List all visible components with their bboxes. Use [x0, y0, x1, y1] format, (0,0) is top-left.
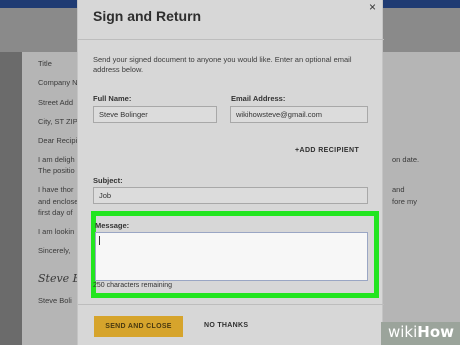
doc-line: Sincerely, [38, 246, 71, 255]
doc-line: City, ST ZIP [38, 117, 78, 126]
no-thanks-button[interactable]: NO THANKS [204, 322, 248, 329]
subject-label: Subject: [93, 176, 123, 185]
doc-line: I have thor [38, 185, 74, 194]
close-icon[interactable]: × [369, 0, 376, 14]
text-cursor [99, 236, 100, 245]
doc-line: first day of [38, 208, 73, 217]
email-label: Email Address: [231, 94, 286, 103]
doc-line: Steve Boli [38, 296, 72, 305]
doc-line: Dear Recipi [38, 136, 78, 145]
doc-line-fragment: and [392, 185, 405, 194]
wikihow-logo: wikiHow [388, 323, 454, 341]
doc-line-fragment: on date. [392, 155, 420, 164]
subject-input[interactable] [93, 187, 368, 204]
doc-line: Title [38, 59, 52, 68]
doc-line: Company N [38, 78, 78, 87]
logo-how-text: How [417, 323, 455, 341]
doc-line: Street Add [38, 98, 74, 107]
message-textarea[interactable] [95, 232, 368, 281]
message-label: Message: [95, 221, 130, 230]
doc-line: I am lookin [38, 227, 75, 236]
doc-line: The positio [38, 166, 75, 175]
doc-line-fragment: fore my [392, 197, 418, 206]
dialog-intro-text: Send your signed document to anyone you … [93, 55, 352, 74]
dialog-title: Sign and Return [93, 8, 202, 24]
sign-and-return-dialog: Sign and Return × Send your signed docum… [77, 0, 384, 345]
doc-line: I am deligh [38, 155, 75, 164]
logo-wiki-text: wiki [388, 323, 418, 341]
full-name-label: Full Name: [93, 94, 132, 103]
full-name-input[interactable] [93, 106, 217, 123]
characters-remaining: 250 characters remaining [93, 282, 172, 289]
add-recipient-button[interactable]: +ADD RECIPIENT [295, 147, 359, 154]
send-and-close-button[interactable]: SEND AND CLOSE [94, 316, 183, 337]
email-input[interactable] [230, 106, 368, 123]
